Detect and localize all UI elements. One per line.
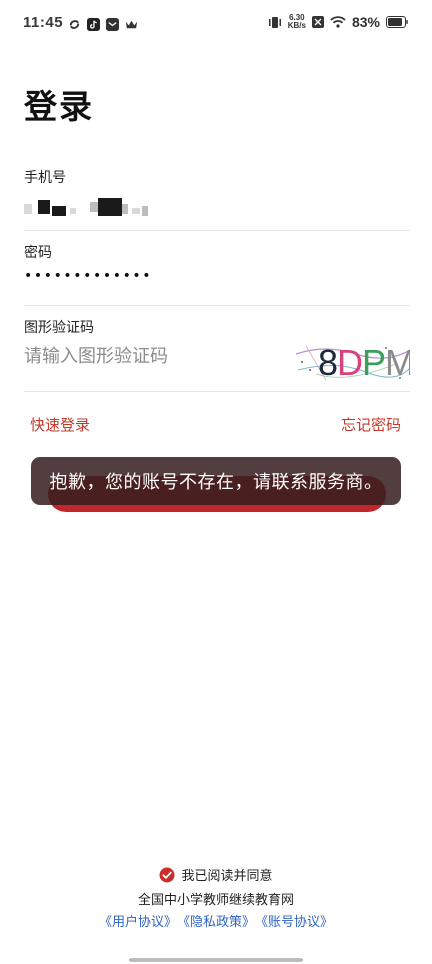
home-indicator[interactable]	[129, 958, 303, 962]
status-time: 11:45	[23, 14, 64, 31]
redacted-block	[52, 206, 66, 216]
password-label: 密码	[24, 245, 52, 261]
redacted-block	[132, 208, 140, 214]
net-speed-unit: KB/s	[287, 21, 306, 30]
phone-input[interactable]	[24, 196, 224, 222]
redacted-block	[122, 204, 128, 214]
redacted-block	[98, 198, 122, 216]
divider	[24, 391, 410, 392]
battery-percent: 83%	[351, 14, 380, 30]
captcha-label: 图形验证码	[24, 320, 94, 336]
site-name: 全国中小学教师继续教育网	[137, 893, 294, 908]
status-bar: 11:45 6.30 KB/s 83%	[0, 0, 432, 48]
crown-icon	[125, 20, 138, 29]
phone-label: 手机号	[24, 170, 66, 186]
mail-app-icon	[106, 18, 119, 31]
network-speed: 6.30 KB/s	[288, 14, 306, 30]
password-input[interactable]: •••••••••••••	[24, 268, 152, 284]
quick-login-link[interactable]: 快速登录	[30, 414, 90, 435]
redacted-block	[142, 206, 148, 216]
redacted-block	[70, 208, 76, 214]
agreement-links: 《用户协议》 《隐私政策》 《账号协议》	[0, 911, 432, 930]
no-sim-icon	[311, 16, 324, 28]
redacted-block	[90, 202, 98, 212]
account-agreement-link[interactable]: 《账号协议》	[255, 911, 333, 930]
sync-app-icon	[69, 20, 80, 29]
redacted-block	[38, 200, 50, 214]
forgot-password-link[interactable]: 忘记密码	[341, 414, 401, 435]
wifi-icon	[330, 16, 346, 28]
page-title: 登录	[24, 87, 94, 126]
captcha-image[interactable]: 8DPM	[296, 340, 410, 384]
toast-message: 抱歉，您的账号不存在，请联系服务商。	[49, 472, 383, 493]
battery-icon	[386, 16, 408, 28]
privacy-policy-link[interactable]: 《隐私政策》	[177, 911, 255, 930]
error-toast: 抱歉，您的账号不存在，请联系服务商。	[31, 457, 401, 505]
vibrate-icon	[268, 16, 281, 28]
captcha-text: 8DPM	[318, 342, 410, 383]
agree-text: 我已阅读并同意	[181, 869, 273, 884]
user-agreement-link[interactable]: 《用户协议》	[99, 911, 177, 930]
agree-row[interactable]: 我已阅读并同意	[0, 865, 432, 884]
status-right-group: 6.30 KB/s 83%	[268, 14, 408, 30]
check-circle-icon[interactable]	[159, 867, 175, 883]
tiktok-icon	[87, 18, 100, 31]
redacted-block	[24, 204, 32, 214]
divider	[24, 230, 410, 231]
notification-icons	[68, 18, 138, 31]
divider	[24, 305, 410, 306]
captcha-input[interactable]	[24, 346, 274, 367]
